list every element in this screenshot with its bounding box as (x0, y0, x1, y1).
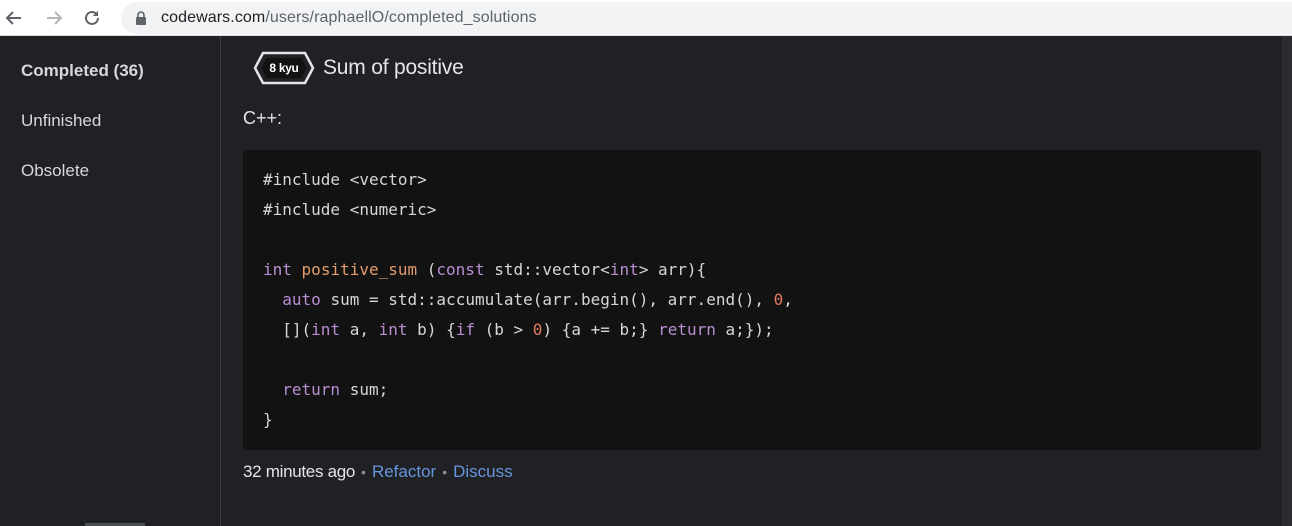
solution-time: 32 minutes ago (243, 462, 356, 481)
kata-title[interactable]: Sum of positive (323, 56, 464, 80)
url-path: /users/raphaellO/completed_solutions (265, 9, 537, 26)
code-line: auto sum = std::accumulate(arr.begin(), … (282, 290, 793, 309)
kata-header: 8 kyu Sum of positive (253, 50, 464, 86)
meta-separator: • (361, 464, 366, 480)
main-content: 8 kyu Sum of positive C++: #include <vec… (222, 36, 1282, 526)
code-line: int positive_sum (const std::vector<int>… (263, 260, 707, 279)
sidebar-item-completed[interactable]: Completed (36) (21, 61, 144, 81)
rank-label: 8 kyu (269, 61, 299, 75)
reload-button[interactable] (80, 6, 104, 30)
solution-meta: 32 minutes ago • Refactor • Discuss (243, 462, 513, 482)
app-container: Completed (36) Unfinished Obsolete 8 kyu… (0, 36, 1292, 526)
reload-icon (82, 8, 102, 28)
back-button[interactable] (2, 6, 26, 30)
code-line: } (263, 410, 273, 429)
language-label: C++: (243, 108, 283, 128)
refactor-link[interactable]: Refactor (372, 462, 436, 482)
browser-toolbar: codewars.com/users/raphaellO/completed_s… (0, 0, 1292, 36)
code-line: [](int a, int b) {if (b > 0) {a += b;} r… (263, 320, 774, 339)
code-block: #include <vector> #include <numeric> int… (243, 150, 1261, 450)
url-text: codewars.com/users/raphaellO/completed_s… (161, 9, 537, 27)
forward-button[interactable] (42, 6, 66, 30)
url-host: codewars.com (161, 9, 266, 26)
code-line: #include <numeric> (263, 200, 437, 219)
rank-badge: 8 kyu (253, 50, 315, 86)
discuss-link[interactable]: Discuss (453, 462, 513, 482)
sidebar-item-obsolete[interactable]: Obsolete (21, 161, 89, 181)
code-line: return sum; (282, 380, 389, 399)
arrow-right-icon (44, 8, 64, 28)
sidebar-item-unfinished[interactable]: Unfinished (21, 111, 101, 131)
code-line: #include <vector> (263, 170, 427, 189)
page-scrollbar[interactable] (1282, 36, 1292, 526)
lock-icon (134, 10, 148, 26)
arrow-left-icon (4, 8, 24, 28)
address-bar[interactable]: codewars.com/users/raphaellO/completed_s… (121, 2, 1292, 34)
sidebar: Completed (36) Unfinished Obsolete (0, 36, 221, 526)
meta-separator: • (442, 464, 448, 480)
